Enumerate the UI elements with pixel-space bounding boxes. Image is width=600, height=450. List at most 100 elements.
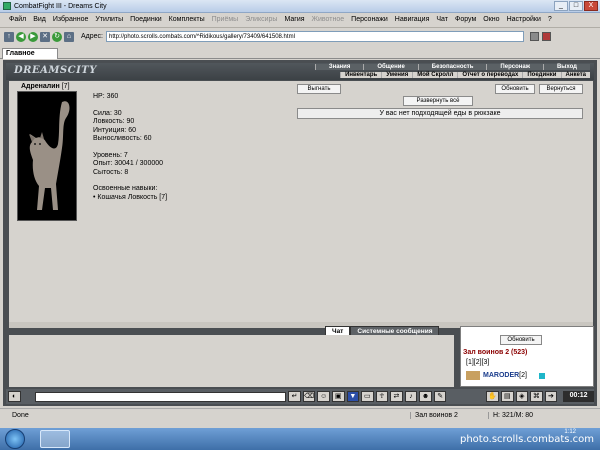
emoji-icon[interactable]: ☻: [419, 391, 432, 402]
chat-mode-icon[interactable]: ◐: [8, 391, 21, 402]
stop-page-icon[interactable]: [541, 32, 551, 41]
room-title: Зал воинов 2 (523): [463, 349, 528, 356]
settings-icon[interactable]: ✎: [433, 391, 447, 402]
menu-characters[interactable]: Персонажи: [351, 16, 388, 23]
user-name[interactable]: MARODER: [483, 372, 519, 379]
nav-security[interactable]: Безопасность: [417, 64, 487, 70]
tab-main[interactable]: Главное: [2, 48, 58, 59]
person-icon[interactable]: ☥: [375, 391, 389, 402]
menu-help[interactable]: ?: [548, 16, 552, 23]
send-icon[interactable]: ↵: [288, 391, 301, 402]
nav-skills[interactable]: Умения: [381, 72, 412, 78]
screen-icon[interactable]: ▣: [331, 391, 345, 402]
clear-icon[interactable]: ⌫: [302, 391, 316, 402]
game-header: DREAMSCITY Знания Общение Безопасность П…: [6, 63, 594, 80]
nav-fights[interactable]: Поединки: [522, 72, 560, 78]
nav-character[interactable]: Персонаж: [486, 64, 543, 70]
nav-communication[interactable]: Общение: [363, 64, 417, 70]
nav-my-scroll[interactable]: Мой Скролл: [412, 72, 457, 78]
kick-out-button[interactable]: Выгнать: [297, 84, 341, 94]
menu-chat[interactable]: Чат: [436, 16, 448, 23]
scroll-icon[interactable]: ⌘: [530, 391, 543, 402]
window-title: CombatFight III - Dreams City: [14, 2, 107, 10]
app-icon: [3, 2, 11, 10]
menu-techniques: Приёмы: [211, 16, 239, 23]
refresh-icon[interactable]: ↻: [52, 31, 62, 42]
stat-endurance: Выносливость: 60: [93, 135, 152, 142]
music-icon[interactable]: ♪: [404, 391, 418, 402]
watermark: photo.scrolls.combats.com: [459, 434, 594, 445]
bag-icon[interactable]: ▤: [501, 391, 514, 402]
user-list-item[interactable]: MARODER[2]: [483, 372, 527, 379]
stat-hp: HP: 360: [93, 93, 119, 100]
skills-title: Освоенные навыки:: [93, 185, 158, 192]
pet-level-badge: [7]: [61, 83, 70, 90]
header-nav-row1: Знания Общение Безопасность Персонаж Вых…: [314, 64, 590, 70]
stat-strength: Сила: 30: [93, 109, 122, 117]
title-bar: CombatFight III - Dreams City _ □ X: [0, 0, 600, 13]
status-room: Зал воинов 2: [410, 411, 488, 419]
close-button[interactable]: X: [584, 1, 598, 11]
hand-icon[interactable]: ✋: [486, 391, 499, 402]
stop-icon[interactable]: ✕: [40, 31, 50, 42]
menu-utilities[interactable]: Утилиты: [95, 16, 123, 23]
arrow-icon[interactable]: ➔: [544, 391, 558, 402]
user-icon: [466, 371, 480, 380]
taskbar-app-button[interactable]: [40, 430, 70, 448]
address-label: Адрес:: [81, 33, 103, 40]
game-content: DREAMSCITY Знания Общение Безопасность П…: [3, 60, 597, 406]
nav-profile[interactable]: Анкета: [560, 72, 591, 78]
nav-exit[interactable]: Выход: [542, 64, 590, 70]
pet-panel: Адреналин [7] HP: 360 Сила: 30 Ловкость:…: [9, 81, 593, 322]
status-hp-mana: H: 321/M: 80: [488, 411, 533, 419]
menu-magic[interactable]: Магия: [284, 16, 304, 23]
expand-all-button[interactable]: Развернуть всё: [403, 96, 473, 106]
smiley-icon[interactable]: ☺: [317, 391, 330, 402]
menu-sets[interactable]: Комплекты: [169, 16, 205, 23]
maximize-button[interactable]: □: [569, 1, 583, 11]
status-bar: Done Зал воинов 2 H: 321/M: 80: [0, 408, 600, 421]
nav-inventory[interactable]: Инвентарь: [340, 72, 381, 78]
game-clock: 00:12: [563, 391, 594, 402]
menu-bar: Файл Вид Избранное Утилиты Поединки Комп…: [0, 13, 600, 26]
stat-experience: Опыт: 30041 / 300000: [93, 160, 164, 167]
dreamscity-logo: DREAMSCITY: [14, 65, 97, 76]
back-icon[interactable]: ◀: [16, 31, 26, 42]
app-window: CombatFight III - Dreams City _ □ X Файл…: [0, 0, 600, 428]
menu-view[interactable]: Вид: [33, 16, 46, 23]
menu-elixirs: Эликсиры: [245, 16, 278, 23]
home-icon[interactable]: ⌂: [64, 31, 74, 42]
status-done: Done: [12, 411, 29, 419]
shield-icon[interactable]: ◈: [515, 391, 529, 402]
menu-settings[interactable]: Настройки: [507, 16, 541, 23]
menu-favorites[interactable]: Избранное: [53, 16, 88, 23]
start-button[interactable]: [5, 429, 25, 449]
room-pages[interactable]: [1][2][3]: [466, 359, 489, 366]
window-controls: _ □ X: [554, 1, 598, 11]
go-icon[interactable]: [529, 32, 539, 41]
menu-file[interactable]: Файл: [9, 16, 26, 23]
menu-forum[interactable]: Форум: [455, 16, 476, 23]
exchange-icon[interactable]: ⇄: [390, 391, 403, 402]
chat-input[interactable]: [34, 391, 287, 402]
pet-name: Адреналин: [21, 83, 60, 90]
room-refresh-button[interactable]: Обновить: [500, 335, 542, 345]
menu-fights[interactable]: Поединки: [130, 16, 162, 23]
back-button[interactable]: Вернуться: [539, 84, 583, 94]
user-info-icon[interactable]: [539, 373, 545, 379]
header-nav-row2: Инвентарь Умения Мой Скролл Отчет о пере…: [340, 72, 590, 78]
tab-strip: Главное: [0, 46, 600, 59]
pet-title: Адреналин [7]: [21, 83, 70, 90]
refresh-button[interactable]: Обновить: [495, 84, 535, 94]
minimize-button[interactable]: _: [554, 1, 568, 11]
user-level: [2]: [519, 372, 527, 379]
menu-window[interactable]: Окно: [483, 16, 499, 23]
filter-icon[interactable]: ▼: [346, 391, 360, 402]
menu-navigation[interactable]: Навигация: [395, 16, 430, 23]
window-icon[interactable]: ▭: [361, 391, 374, 402]
nav-transfer-report[interactable]: Отчет о переводах: [457, 72, 522, 78]
address-input[interactable]: http://photo.scrolls.combats.com/^Ridiko…: [105, 31, 524, 42]
pin-icon[interactable]: ↑: [4, 31, 14, 42]
nav-knowledge[interactable]: Знания: [314, 64, 364, 70]
forward-icon[interactable]: ▶: [28, 31, 38, 42]
